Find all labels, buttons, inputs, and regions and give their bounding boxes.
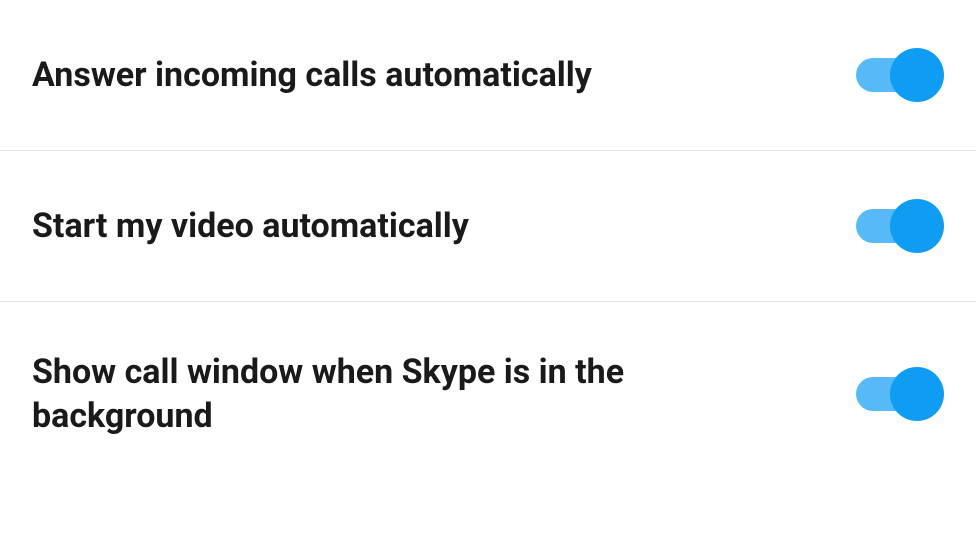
settings-list: Answer incoming calls automatically Star… — [0, 0, 976, 486]
toggle-show-call-window[interactable] — [856, 367, 944, 421]
toggle-thumb — [890, 199, 944, 253]
toggle-start-video[interactable] — [856, 199, 944, 253]
toggle-thumb — [890, 48, 944, 102]
setting-label: Show call window when Skype is in the ba… — [32, 350, 782, 438]
toggle-answer-calls[interactable] — [856, 48, 944, 102]
setting-label: Start my video automatically — [32, 204, 469, 248]
setting-label: Answer incoming calls automatically — [32, 53, 592, 97]
setting-row-start-video: Start my video automatically — [0, 151, 976, 302]
setting-row-answer-calls: Answer incoming calls automatically — [0, 0, 976, 151]
setting-row-show-call-window: Show call window when Skype is in the ba… — [0, 302, 976, 486]
toggle-thumb — [890, 367, 944, 421]
